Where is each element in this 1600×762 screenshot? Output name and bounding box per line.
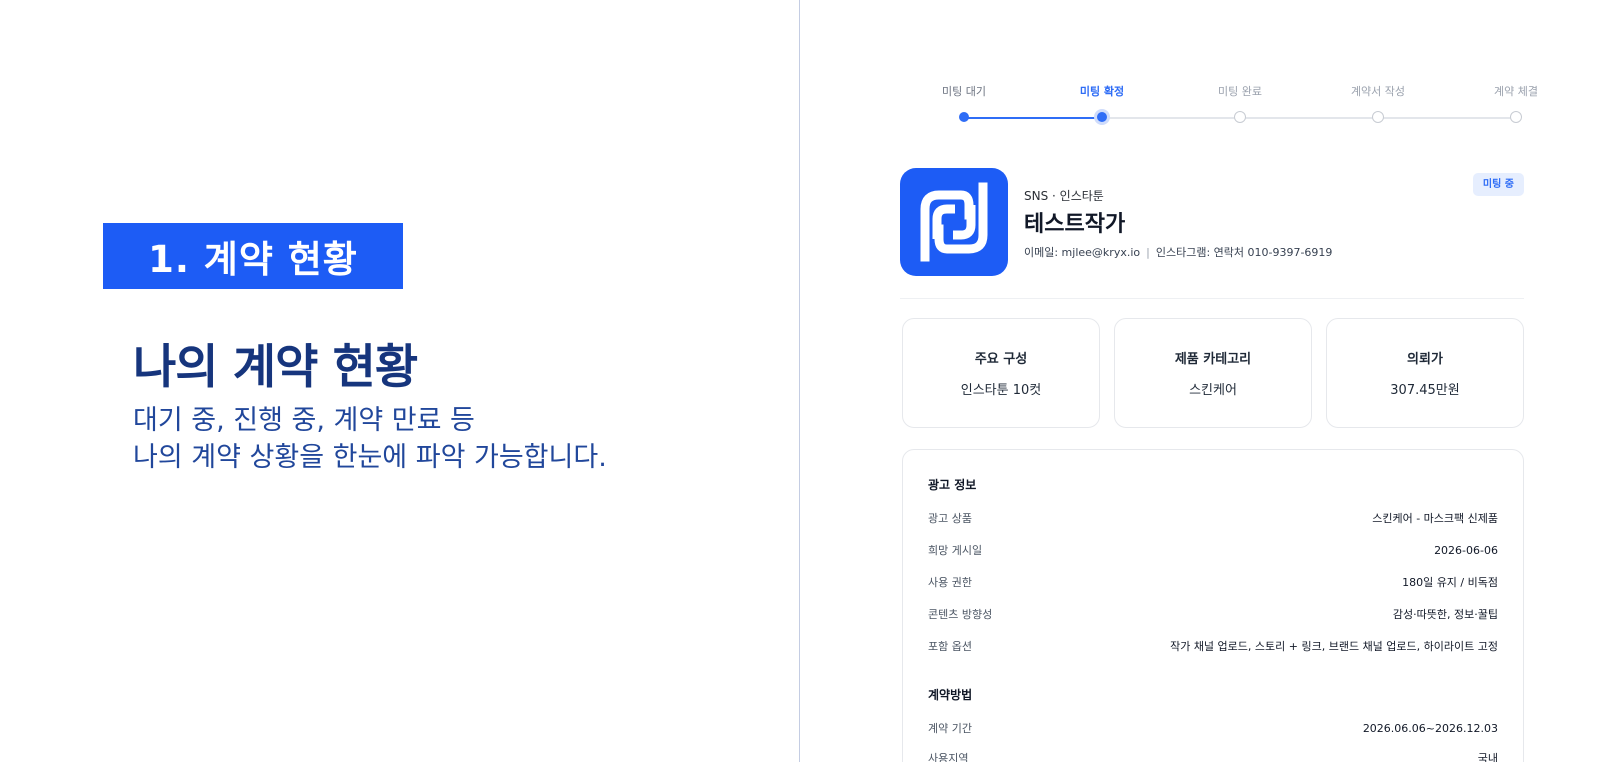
ad-info-title: 광고 정보 bbox=[928, 478, 977, 492]
stepper-progress bbox=[964, 117, 1102, 119]
profile-info: SNS · 인스타툰 테스트작가 이메일: mjlee@kryx.io | 인스타그… bbox=[1024, 188, 1332, 260]
step-meeting-waiting: 미팅 대기 bbox=[914, 84, 1014, 122]
detail-value: 감성·따뜻한, 정보·꿀팁 bbox=[1392, 608, 1498, 621]
step-meeting-confirmed: 미팅 확정 bbox=[1052, 84, 1152, 125]
step-dot bbox=[959, 112, 969, 122]
summary-card-label: 의뢰가 bbox=[1407, 352, 1443, 367]
step-label: 계약 체결 bbox=[1494, 85, 1538, 98]
detail-row: 포함 옵션 작가 채널 업로드, 스토리 + 링크, 브랜드 채널 업로드, 하… bbox=[928, 638, 1498, 654]
detail-row: 사용지역 국내 bbox=[928, 750, 1498, 762]
profile-instagram: 인스타그램: 연락처 010-9397-6919 bbox=[1155, 246, 1333, 259]
step-dot bbox=[1094, 109, 1110, 125]
summary-cards: 주요 구성 인스타툰 10컷 제품 카테고리 스킨케어 의뢰가 307.45만원 bbox=[902, 318, 1524, 428]
detail-row: 광고 상품 스킨케어 - 마스크팩 신제품 bbox=[928, 510, 1498, 526]
summary-card-label: 제품 카테고리 bbox=[1174, 352, 1252, 367]
summary-card-fee: 의뢰가 307.45만원 bbox=[1326, 318, 1524, 428]
summary-card-value: 307.45만원 bbox=[1390, 383, 1460, 398]
summary-card-value: 인스타툰 10컷 bbox=[960, 383, 1042, 398]
contact-separator: | bbox=[1146, 246, 1150, 259]
detail-value: 스킨케어 - 마스크팩 신제품 bbox=[1372, 512, 1498, 525]
profile-contact: 이메일: mjlee@kryx.io | 인스타그램: 연락처 010-9397-6… bbox=[1024, 244, 1332, 260]
detail-label: 사용지역 bbox=[928, 752, 969, 762]
detail-label: 사용 권한 bbox=[928, 576, 972, 589]
step-dot bbox=[1510, 111, 1522, 123]
detail-row: 콘텐츠 방향성 감성·따뜻한, 정보·꿀팁 bbox=[928, 606, 1498, 622]
detail-value: 2026.06.06~2026.12.03 bbox=[1362, 721, 1498, 735]
detail-value: 2026-06-06 bbox=[1434, 543, 1498, 557]
section-divider bbox=[900, 298, 1524, 299]
summary-card-label: 주요 구성 bbox=[974, 352, 1028, 367]
detail-label: 콘텐츠 방향성 bbox=[928, 608, 993, 621]
step-label: 계약서 작성 bbox=[1350, 85, 1406, 98]
step-label: 미팅 완료 bbox=[1218, 85, 1262, 98]
detail-label: 포함 옵션 bbox=[928, 640, 972, 653]
promo-description: 대기 중, 진행 중, 계약 만료 등 나의 계약 상황을 한눈에 파악 가능합… bbox=[133, 402, 607, 476]
promo-panel: 1. 계약 현황 나의 계약 현황 대기 중, 진행 중, 계약 만료 등 나의… bbox=[0, 0, 800, 762]
pd-logo-icon bbox=[900, 168, 1008, 276]
detail-label: 계약 기간 bbox=[928, 722, 972, 735]
profile-name: 테스트작가 bbox=[1024, 212, 1126, 237]
step-dot bbox=[1234, 111, 1246, 123]
summary-card-composition: 주요 구성 인스타툰 10컷 bbox=[902, 318, 1100, 428]
detail-row: 사용 권한 180일 유지 / 비독점 bbox=[928, 574, 1498, 590]
step-contract-drafting: 계약서 작성 bbox=[1328, 84, 1428, 123]
creator-profile: SNS · 인스타툰 테스트작가 이메일: mjlee@kryx.io | 인스타그… bbox=[900, 168, 1524, 276]
detail-label: 광고 상품 bbox=[928, 512, 972, 525]
detail-value: 180일 유지 / 비독점 bbox=[1402, 576, 1498, 589]
step-meeting-completed: 미팅 완료 bbox=[1190, 84, 1290, 123]
status-badge: 미팅 중 bbox=[1472, 173, 1524, 196]
summary-card-value: 스킨케어 bbox=[1189, 383, 1237, 398]
contract-method-title: 계약방법 bbox=[928, 688, 973, 702]
profile-email: 이메일: mjlee@kryx.io bbox=[1024, 246, 1141, 259]
detail-value: 작가 채널 업로드, 스토리 + 링크, 브랜드 채널 업로드, 하이라이트 고… bbox=[1170, 640, 1498, 653]
section-badge: 1. 계약 현황 bbox=[103, 223, 403, 289]
detail-label: 희망 게시일 bbox=[928, 544, 983, 557]
detail-row: 희망 게시일 2026-06-06 bbox=[928, 542, 1498, 558]
summary-card-category: 제품 카테고리 스킨케어 bbox=[1114, 318, 1312, 428]
step-contract-signed: 계약 체결 bbox=[1466, 84, 1566, 123]
promo-description-line: 나의 계약 상황을 한눈에 파악 가능합니다. bbox=[133, 442, 607, 473]
contract-details-card: 광고 정보 광고 상품 스킨케어 - 마스크팩 신제품 희망 게시일 2026-… bbox=[902, 449, 1524, 762]
contract-progress-stepper: 미팅 대기 미팅 확정 미팅 완료 계약서 작성 계약 체결 bbox=[930, 84, 1550, 128]
promo-description-line: 대기 중, 진행 중, 계약 만료 등 bbox=[133, 405, 475, 436]
step-label: 미팅 대기 bbox=[942, 85, 986, 98]
step-label: 미팅 확정 bbox=[1079, 85, 1125, 98]
contract-detail-panel: 미팅 대기 미팅 확정 미팅 완료 계약서 작성 계약 체결 SNS · 인스타… bbox=[800, 0, 1600, 762]
step-dot bbox=[1372, 111, 1384, 123]
promo-title: 나의 계약 현황 bbox=[133, 340, 418, 395]
profile-category: SNS · 인스타툰 bbox=[1024, 189, 1104, 203]
detail-value: 국내 bbox=[1477, 752, 1498, 762]
detail-row: 계약 기간 2026.06.06~2026.12.03 bbox=[928, 720, 1498, 736]
